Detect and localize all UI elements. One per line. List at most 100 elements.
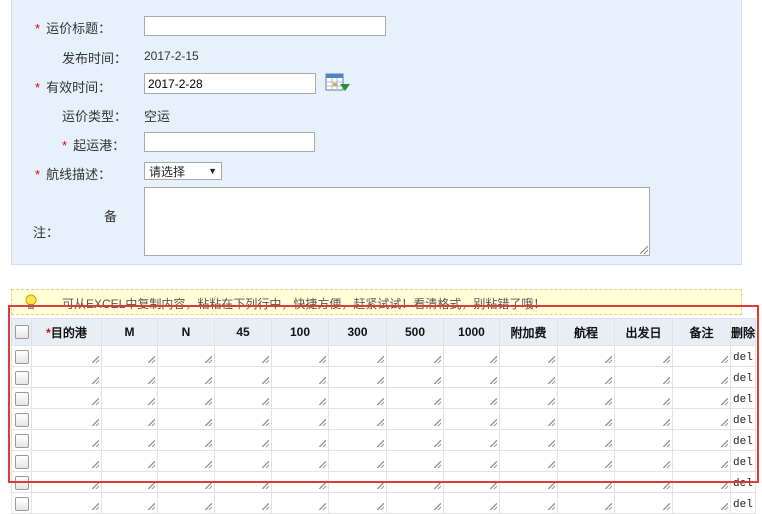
editable-cell[interactable] (101, 492, 158, 514)
editable-cell[interactable] (672, 450, 731, 472)
resize-grip-icon[interactable] (319, 398, 326, 405)
resize-grip-icon[interactable] (490, 356, 497, 363)
delete-cell[interactable]: del (729, 471, 757, 493)
resize-grip-icon[interactable] (319, 419, 326, 426)
editable-cell[interactable] (614, 345, 673, 367)
resize-grip-icon[interactable] (663, 419, 670, 426)
editable-cell[interactable] (614, 366, 673, 388)
resize-grip-icon[interactable] (377, 440, 384, 447)
editable-cell[interactable] (214, 492, 272, 514)
editable-cell[interactable] (386, 366, 444, 388)
resize-grip-icon[interactable] (663, 503, 670, 510)
editable-cell[interactable] (31, 492, 102, 514)
resize-grip-icon[interactable] (605, 377, 612, 384)
resize-grip-icon[interactable] (262, 461, 269, 468)
resize-grip-icon[interactable] (721, 461, 728, 468)
editable-cell[interactable] (672, 366, 731, 388)
resize-grip-icon[interactable] (92, 503, 99, 510)
resize-grip-icon[interactable] (205, 356, 212, 363)
resize-grip-icon[interactable] (721, 482, 728, 489)
resize-grip-icon[interactable] (434, 356, 441, 363)
resize-grip-icon[interactable] (490, 482, 497, 489)
editable-cell[interactable] (499, 408, 558, 430)
delete-link[interactable]: del (731, 457, 753, 469)
editable-cell[interactable] (157, 366, 215, 388)
editable-cell[interactable] (557, 450, 615, 472)
resize-grip-icon[interactable] (605, 419, 612, 426)
resize-grip-icon[interactable] (721, 377, 728, 384)
select-all-checkbox[interactable] (14, 325, 29, 340)
editable-cell[interactable] (214, 366, 272, 388)
row-checkbox[interactable] (14, 391, 29, 406)
editable-cell[interactable] (672, 387, 731, 409)
editable-cell[interactable] (386, 387, 444, 409)
resize-grip-icon[interactable] (262, 440, 269, 447)
row-checkbox[interactable] (14, 454, 29, 469)
editable-cell[interactable] (31, 450, 102, 472)
editable-cell[interactable] (157, 471, 215, 493)
editable-cell[interactable] (157, 387, 215, 409)
resize-grip-icon[interactable] (319, 482, 326, 489)
resize-grip-icon[interactable] (548, 503, 555, 510)
resize-grip-icon[interactable] (319, 440, 326, 447)
resize-grip-icon[interactable] (605, 440, 612, 447)
route-select[interactable]: 请选择 ▼ (144, 162, 222, 180)
editable-cell[interactable] (614, 492, 673, 514)
editable-cell[interactable] (31, 471, 102, 493)
resize-grip-icon[interactable] (205, 398, 212, 405)
resize-grip-icon[interactable] (205, 503, 212, 510)
resize-grip-icon[interactable] (377, 461, 384, 468)
editable-cell[interactable] (386, 408, 444, 430)
row-checkbox[interactable] (14, 496, 29, 511)
resize-grip-icon[interactable] (377, 482, 384, 489)
resize-grip-icon[interactable] (721, 440, 728, 447)
editable-cell[interactable] (557, 471, 615, 493)
resize-grip-icon[interactable] (434, 419, 441, 426)
editable-cell[interactable] (614, 450, 673, 472)
editable-cell[interactable] (101, 345, 158, 367)
editable-cell[interactable] (499, 492, 558, 514)
resize-grip-icon[interactable] (148, 419, 155, 426)
resize-grip-icon[interactable] (319, 377, 326, 384)
resize-grip-icon[interactable] (490, 377, 497, 384)
row-checkbox[interactable] (14, 349, 29, 364)
resize-grip-icon[interactable] (548, 482, 555, 489)
delete-link[interactable]: del (731, 394, 753, 406)
delete-link[interactable]: del (731, 415, 753, 427)
editable-cell[interactable] (672, 471, 731, 493)
editable-cell[interactable] (557, 429, 615, 451)
resize-grip-icon[interactable] (548, 440, 555, 447)
editable-cell[interactable] (443, 471, 500, 493)
resize-grip-icon[interactable] (148, 356, 155, 363)
resize-grip-icon[interactable] (92, 419, 99, 426)
editable-cell[interactable] (157, 492, 215, 514)
resize-grip-icon[interactable] (548, 419, 555, 426)
editable-cell[interactable] (157, 429, 215, 451)
editable-cell[interactable] (271, 366, 329, 388)
editable-cell[interactable] (614, 387, 673, 409)
resize-grip-icon[interactable] (92, 482, 99, 489)
origin-input[interactable] (144, 132, 315, 152)
editable-cell[interactable] (214, 429, 272, 451)
resize-grip-icon[interactable] (663, 377, 670, 384)
editable-cell[interactable] (101, 471, 158, 493)
editable-cell[interactable] (271, 471, 329, 493)
editable-cell[interactable] (557, 408, 615, 430)
resize-grip-icon[interactable] (205, 419, 212, 426)
row-select-cell[interactable] (11, 408, 32, 430)
editable-cell[interactable] (386, 429, 444, 451)
remark-textarea[interactable] (144, 187, 650, 256)
resize-grip-icon[interactable] (490, 461, 497, 468)
editable-cell[interactable] (328, 429, 387, 451)
editable-cell[interactable] (557, 492, 615, 514)
resize-grip-icon[interactable] (548, 461, 555, 468)
resize-grip-icon[interactable] (721, 398, 728, 405)
resize-grip-icon[interactable] (548, 356, 555, 363)
delete-cell[interactable]: del (729, 345, 757, 367)
editable-cell[interactable] (214, 471, 272, 493)
delete-cell[interactable]: del (729, 429, 757, 451)
row-select-cell[interactable] (11, 492, 32, 514)
resize-grip-icon[interactable] (605, 482, 612, 489)
editable-cell[interactable] (271, 387, 329, 409)
editable-cell[interactable] (328, 387, 387, 409)
